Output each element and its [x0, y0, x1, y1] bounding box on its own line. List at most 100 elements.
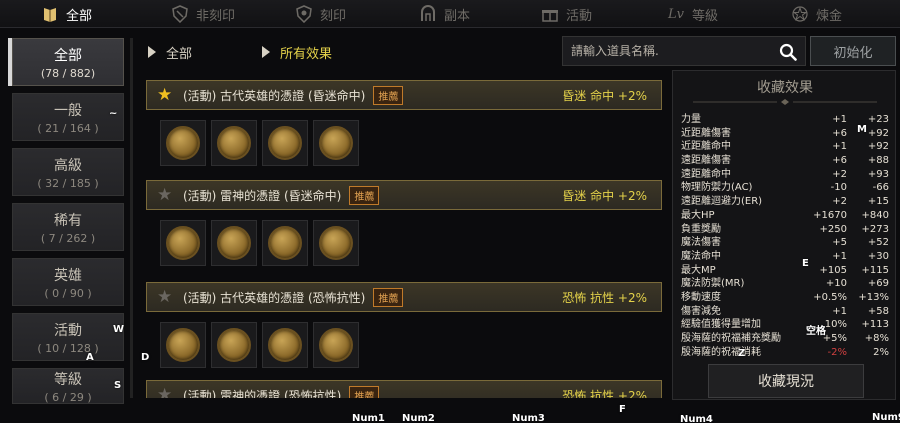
stat-value: +6	[832, 155, 847, 167]
category-scrollbar[interactable]	[130, 38, 133, 398]
category-normal[interactable]: 一般 ( 21 / 164 )	[12, 93, 124, 141]
coin-icon	[166, 328, 200, 362]
item-slot[interactable]	[262, 220, 308, 266]
key-hint: Num1	[352, 413, 385, 423]
stat-value: +5	[832, 237, 847, 249]
set-header[interactable]: ★ (活動) 古代英雄的憑證 (恐怖抗性) 推薦 恐怖 抗性 +2%	[146, 282, 662, 312]
stat-row: 負重獎勵 +250 +273	[681, 223, 891, 237]
shield-engraved-icon	[294, 4, 314, 24]
stat-name: 殷海薩的祝福消耗	[681, 346, 761, 358]
set-title: (活動) 古代英雄的憑證 (恐怖抗性)	[183, 290, 366, 305]
search-input[interactable]	[571, 44, 771, 58]
collection-effect-panel: 收藏效果 力量 +1 +23 近距離傷害 +6 +92 近距離命中 +1 +92 遠距離傷害…	[672, 70, 896, 400]
star-icon[interactable]: ★	[157, 185, 177, 205]
stat-total: -66	[872, 182, 889, 194]
tab-label: 等級	[692, 8, 719, 24]
category-tab-bar: 全部 非刻印 刻印 副本 活動 Lv 等級 煉金	[0, 0, 900, 28]
category-name: 全部	[54, 47, 82, 64]
item-slot[interactable]	[262, 322, 308, 368]
stat-row: 經驗值獲得量增加 10% +113	[681, 318, 891, 332]
tab-dungeon[interactable]: 副本	[418, 0, 470, 28]
coin-icon	[319, 328, 353, 362]
stat-row: 魔法命中 +1 +30	[681, 250, 891, 264]
stat-total: +273	[861, 223, 889, 235]
category-count: ( 21 / 164 )	[37, 121, 99, 135]
category-hero[interactable]: 英雄 ( 0 / 90 )	[12, 258, 124, 306]
collection-status-button[interactable]: 收藏現況	[708, 364, 864, 398]
divider-ornament	[693, 99, 877, 105]
tab-alchemy[interactable]: 煉金	[790, 0, 842, 28]
category-count: ( 32 / 185 )	[37, 176, 99, 190]
coin-icon	[268, 226, 302, 260]
collection-list: ★ (活動) 古代英雄的憑證 (昏迷命中) 推薦 昏迷 命中 +2% ★ (活動…	[146, 78, 662, 398]
star-icon[interactable]: ★	[157, 287, 177, 307]
tab-label: 活動	[566, 8, 593, 24]
star-icon[interactable]: ★	[157, 85, 177, 105]
stat-value: +1	[832, 250, 847, 262]
set-header[interactable]: ★ (活動) 古代英雄的憑證 (昏迷命中) 推薦 昏迷 命中 +2%	[146, 80, 662, 110]
stat-total: +30	[867, 250, 889, 262]
play-icon	[148, 46, 156, 58]
search-icon[interactable]	[779, 43, 797, 61]
filter-type[interactable]: 全部	[148, 42, 192, 62]
category-level[interactable]: 等級 ( 6 / 29 )	[12, 368, 124, 404]
reset-button[interactable]: 初始化	[810, 36, 896, 66]
key-hint: W	[113, 324, 125, 335]
filter-type-label: 全部	[166, 46, 193, 62]
category-event[interactable]: 活動 ( 10 / 128 )	[12, 313, 124, 361]
stat-value: 10%	[824, 319, 847, 331]
item-slot[interactable]	[313, 322, 359, 368]
key-hint: Num4	[680, 414, 713, 423]
item-slot[interactable]	[160, 322, 206, 368]
recommend-badge: 推薦	[373, 85, 404, 105]
stat-name: 遠距離命中	[681, 168, 731, 180]
tab-engraved[interactable]: 刻印	[294, 0, 346, 28]
stat-list: 力量 +1 +23 近距離傷害 +6 +92 近距離命中 +1 +92 遠距離傷害 +6 +88…	[681, 113, 891, 359]
key-hint: Num9	[872, 412, 900, 423]
key-hint: ~	[109, 108, 118, 119]
filter-effect[interactable]: 所有效果	[262, 42, 332, 62]
tab-event[interactable]: 活動	[540, 0, 592, 28]
set-header[interactable]: ★ (活動) 雷神的憑證 (恐怖抗性) 推薦 恐怖 抗性 +2%	[146, 380, 662, 398]
key-hint: E	[802, 258, 809, 269]
item-slots	[160, 322, 359, 368]
item-slot[interactable]	[211, 220, 257, 266]
category-name: 等級	[54, 371, 82, 388]
tab-all[interactable]: 全部	[40, 0, 92, 28]
filter-effect-label: 所有效果	[280, 46, 333, 62]
stat-name: 殷海薩的祝福補充獎勵	[681, 333, 781, 344]
category-name: 英雄	[54, 267, 82, 284]
category-advanced[interactable]: 高級 ( 32 / 185 )	[12, 148, 124, 196]
item-slot[interactable]	[211, 322, 257, 368]
item-slot[interactable]	[211, 120, 257, 166]
stat-value: +2	[832, 168, 847, 180]
stat-row: 殷海薩的祝福補充獎勵 +5% +8%	[681, 332, 891, 346]
category-rare[interactable]: 稀有 ( 7 / 262 )	[12, 203, 124, 251]
coin-icon	[268, 328, 302, 362]
item-slot[interactable]	[262, 120, 308, 166]
stat-value: +105	[819, 264, 847, 276]
set-header[interactable]: ★ (活動) 雷神的憑證 (昏迷命中) 推薦 昏迷 命中 +2%	[146, 180, 662, 210]
stat-row: 物理防禦力(AC) -10 -66	[681, 181, 891, 195]
stat-total: +15	[867, 196, 889, 208]
category-all[interactable]: 全部 (78 / 882)	[12, 38, 124, 86]
tab-non-engraved[interactable]: 非刻印	[170, 0, 235, 28]
tab-level[interactable]: Lv 等級	[666, 0, 718, 28]
stat-row: 移動速度 +0.5% +13%	[681, 291, 891, 305]
star-icon[interactable]: ★	[157, 385, 177, 398]
item-slots	[160, 120, 359, 166]
item-slot[interactable]	[160, 120, 206, 166]
stat-value: +5%	[822, 333, 847, 344]
item-slot[interactable]	[160, 220, 206, 266]
stat-name: 魔法傷害	[681, 237, 721, 249]
item-slot[interactable]	[313, 120, 359, 166]
key-hint: Num2	[402, 413, 435, 423]
category-name: 高級	[54, 157, 82, 174]
recommend-badge: 推薦	[349, 385, 380, 398]
item-slot[interactable]	[313, 220, 359, 266]
stat-value: +1	[832, 114, 847, 125]
stat-total: +52	[867, 237, 889, 249]
stat-name: 最大HP	[681, 209, 715, 221]
category-name: 稀有	[54, 212, 82, 229]
stat-total: +8%	[864, 333, 889, 344]
